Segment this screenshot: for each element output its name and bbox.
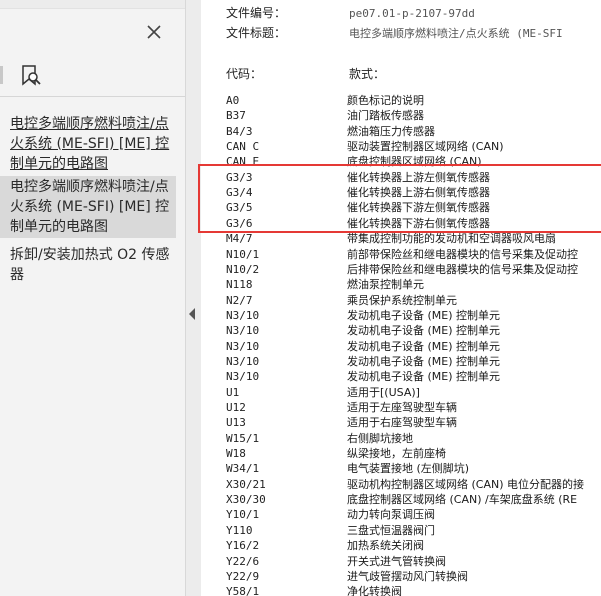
legend-description: 催化转换器下游右侧氧传感器: [347, 216, 490, 230]
legend-code: G3/6: [226, 216, 253, 230]
legend-description: 进气歧管摆动风门转换阀: [347, 569, 468, 583]
legend-description: 加热系统关闭阀: [347, 539, 424, 553]
legend-description: 前部带保险丝和继电器模块的信号采集及促动控: [347, 247, 578, 261]
legend-description: 油门踏板传感器: [347, 109, 424, 123]
legend-description: 催化转换器下游左侧氧传感器: [347, 201, 490, 215]
legend-description: 适用于右座驾驶型车辆: [347, 416, 457, 430]
legend-description: 发动机电子设备 (ME) 控制单元: [347, 339, 501, 353]
legend-description: 开关式进气管转换阀: [347, 554, 446, 568]
bookmarks-panel: 电控多端顺序燃料喷注/点火系统 (ME-SFI) [ME] 控制单元的电路图 电…: [0, 0, 185, 596]
legend-code: G3/5: [226, 201, 253, 215]
legend-description: 发动机电子设备 (ME) 控制单元: [347, 324, 501, 338]
legend-code: Y10/1: [226, 508, 260, 522]
legend-description: 适用于左座驾驶型车辆: [347, 401, 457, 414]
bookmark-item[interactable]: 电控多端顺序燃料喷注/点火系统 (ME-SFI) [ME] 控制单元的电路图: [0, 114, 176, 174]
legend-description: 发动机电子设备 (ME) 控制单元: [347, 354, 501, 368]
panel-splitter[interactable]: [185, 0, 202, 596]
doc-number-label: 文件编号：: [226, 6, 287, 20]
legend-code: N3/10: [226, 354, 260, 368]
legend-description: 发动机电子设备 (ME) 控制单元: [347, 370, 501, 384]
bookmark-search-icon[interactable]: [20, 64, 42, 88]
toolbar-divider: [0, 96, 185, 97]
doc-title-row: 文件标题： 电控多端顺序燃料喷注/点火系统 (ME-SFI: [226, 24, 563, 41]
legend-code: N3/10: [226, 339, 260, 353]
legend-code: U13: [226, 416, 246, 430]
legend-description: 右侧脚坑接地: [347, 431, 413, 445]
legend-code: W34/1: [226, 462, 260, 476]
legend-code: Y22/9: [226, 569, 260, 583]
legend-code: N118: [226, 278, 253, 292]
legend-code: M4/7: [226, 232, 253, 246]
legend-code: W18: [226, 447, 246, 461]
legend-description: 电气装置接地 (左侧脚坑): [347, 462, 470, 476]
legend-code: U12: [226, 401, 246, 414]
legend-code: B37: [226, 109, 246, 123]
code-column-header: 代码：: [226, 67, 263, 81]
legend-code: G3/4: [226, 186, 253, 200]
close-icon[interactable]: [146, 24, 162, 40]
legend-description: 驱动机构控制器区域网络 (CAN) 电位分配器的接: [347, 477, 585, 491]
legend-code: CAN E: [226, 155, 260, 169]
legend-description: 发动机电子设备 (ME) 控制单元: [347, 308, 501, 322]
collapse-panel-arrow-icon[interactable]: [189, 308, 195, 320]
legend-code: A0: [226, 94, 240, 107]
legend-code: Y22/6: [226, 554, 260, 568]
legend-code: N2/7: [226, 293, 253, 307]
legend-description: 后排带保险丝和继电器模块的信号采集及促动控: [347, 262, 578, 276]
legend-description: 催化转换器上游右侧氧传感器: [347, 186, 490, 200]
legend-code: N10/1: [226, 247, 260, 261]
legend-code: X30/21: [226, 477, 266, 491]
toolbar-edge-marker: [0, 66, 3, 84]
doc-number-value: pe07.01-p-2107-97dd: [349, 7, 475, 20]
legend-description: 纵梁接地，左前座椅: [347, 447, 446, 461]
legend-code: Y16/2: [226, 539, 260, 553]
legend-description: 燃油箱压力传感器: [347, 124, 435, 138]
legend-description: 适用于[(USA)]: [347, 385, 420, 399]
legend-code: CAN C: [226, 140, 260, 154]
legend-code: N3/10: [226, 308, 260, 322]
legend-description: 三盘式恒温器阀门: [347, 523, 435, 537]
legend-code: W15/1: [226, 431, 260, 445]
legend-description: 颜色标记的说明: [347, 94, 424, 107]
legend-code: Y110: [226, 523, 253, 537]
legend-description: 带集成控制功能的发动机和空调器吸风电扇: [347, 232, 556, 246]
legend-header: 代码： 款式：: [226, 65, 385, 82]
doc-title-value: 电控多端顺序燃料喷注/点火系统 (ME-SFI: [349, 27, 563, 40]
legend-description: 乘员保护系统控制单元: [347, 293, 457, 307]
legend-description: 催化转换器上游左侧氧传感器: [347, 170, 490, 184]
legend-description: 底盘控制器区域网络 (CAN) /车架底盘系统 (RE: [347, 493, 578, 507]
legend-description: 驱动装置控制器区域网络 (CAN): [347, 140, 504, 154]
bookmark-item[interactable]: 拆卸/安装加热式 O2 传感器: [0, 245, 176, 285]
bookmark-item-selected[interactable]: 电控多端顺序燃料喷注/点火系统 (ME-SFI) [ME] 控制单元的电路图: [0, 176, 176, 238]
legend-code: Y58/1: [226, 585, 260, 596]
document-page: 文件编号： pe07.01-p-2107-97dd 文件标题： 电控多端顺序燃料喷注…: [201, 0, 601, 596]
legend-code: G3/3: [226, 170, 253, 184]
legend-code: B4/3: [226, 124, 253, 138]
left-panel-top-strip: [0, 0, 185, 9]
legend-description: 底盘控制器区域网络 (CAN): [347, 155, 482, 169]
doc-number-row: 文件编号： pe07.01-p-2107-97dd: [226, 4, 475, 21]
legend-code: U1: [226, 385, 240, 399]
legend-code: N3/10: [226, 370, 260, 384]
legend-description: 燃油泵控制单元: [347, 278, 424, 292]
doc-title-label: 文件标题：: [226, 26, 287, 40]
legend-code: X30/30: [226, 493, 266, 507]
legend-code: N3/10: [226, 324, 260, 338]
legend-code: N10/2: [226, 262, 260, 276]
text-column-header: 款式：: [349, 67, 386, 81]
legend-description: 净化转换阀: [347, 585, 402, 596]
legend-description: 动力转向泵调压阀: [347, 508, 435, 522]
